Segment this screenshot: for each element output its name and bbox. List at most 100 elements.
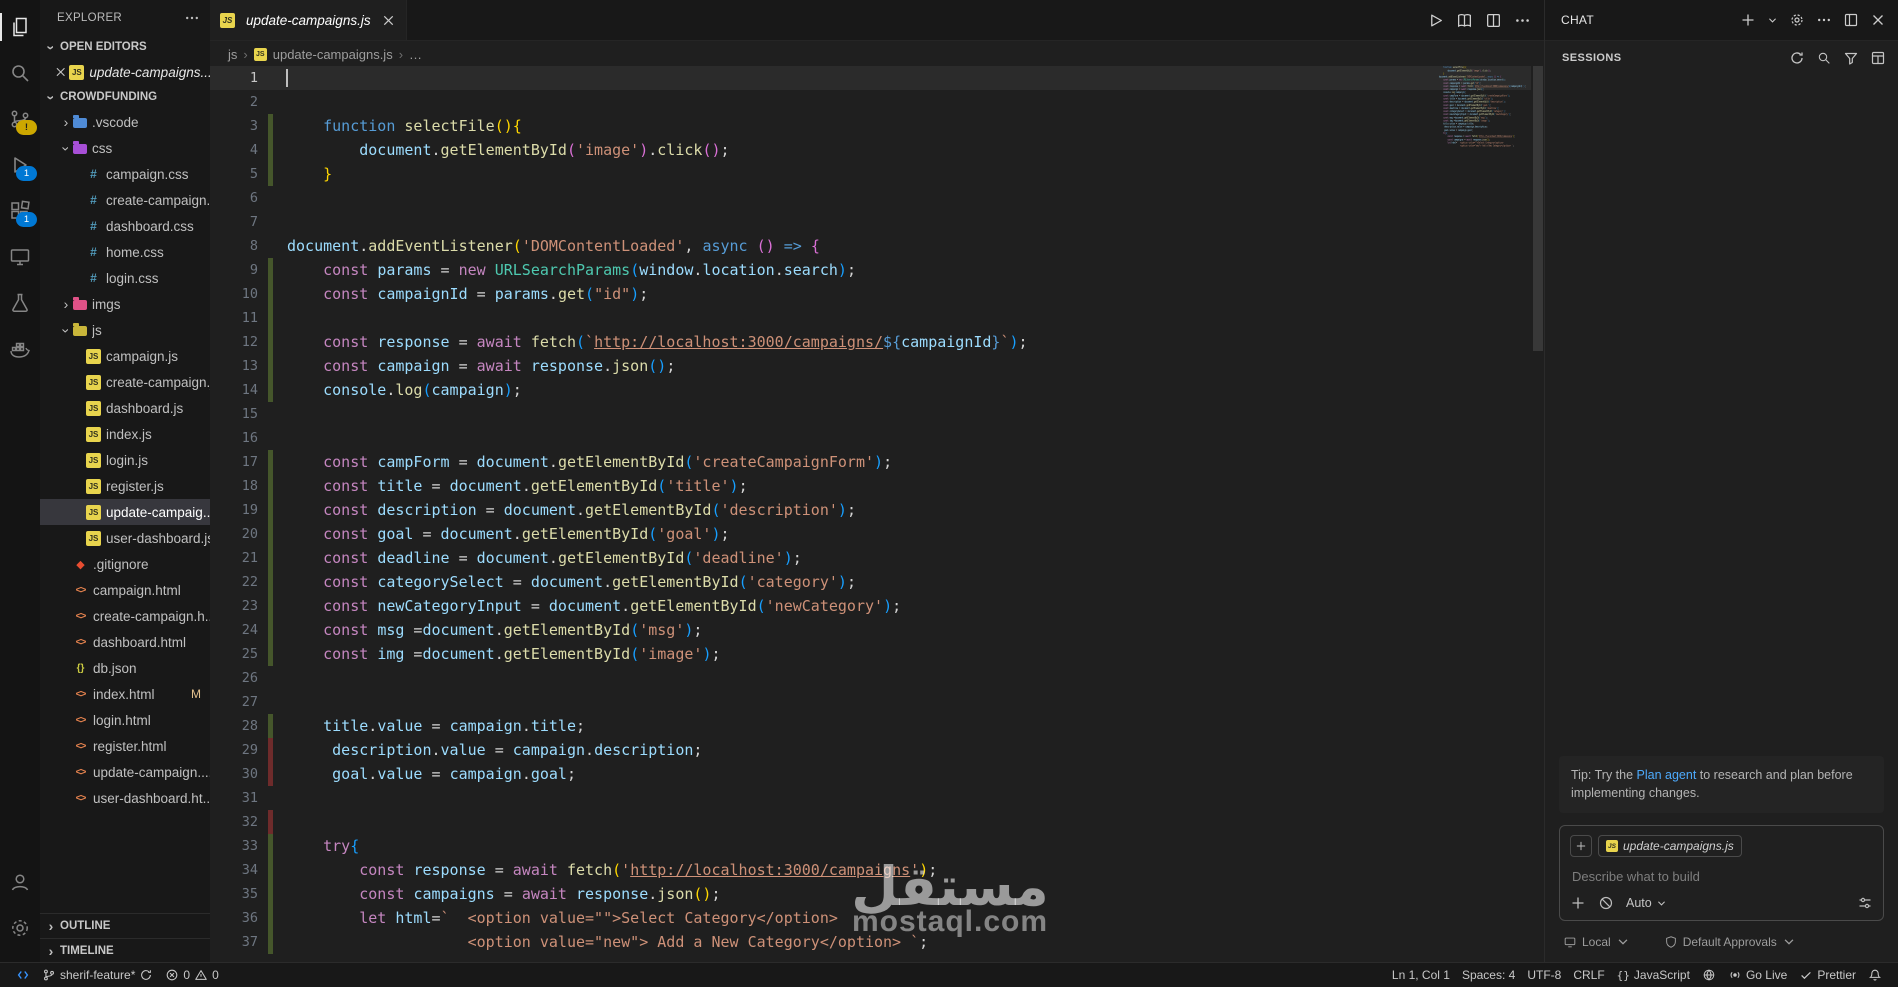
code-line-6[interactable]: 6	[210, 186, 1531, 210]
code-line-5[interactable]: 5 }	[210, 162, 1531, 186]
code-line-25[interactable]: 25 const img =document.getElementById('i…	[210, 642, 1531, 666]
context-chip[interactable]: JS update-campaigns.js	[1598, 835, 1742, 857]
code-line-2[interactable]: 2	[210, 90, 1531, 114]
tree-item-js[interactable]: › js	[40, 317, 210, 343]
breadcrumb-file[interactable]: update-campaigns.js	[273, 47, 393, 62]
environment-picker[interactable]: Local	[1563, 935, 1630, 949]
activity-docker-button[interactable]	[0, 326, 40, 372]
code-line-24[interactable]: 24 const msg =document.getElementById('m…	[210, 618, 1531, 642]
browser-preview[interactable]	[1696, 968, 1722, 982]
tree-item-update-campaig[interactable]: JS update-campaig...	[40, 499, 210, 525]
tree-item-register-js[interactable]: JS register.js	[40, 473, 210, 499]
open-editor-item[interactable]: JS update-campaigns....	[40, 59, 210, 85]
encoding-setting[interactable]: UTF-8	[1521, 968, 1567, 982]
breadcrumb-more[interactable]: …	[409, 47, 422, 62]
search-icon[interactable]	[1816, 50, 1832, 66]
tree-item-create-campaign-js[interactable]: JS create-campaign.js	[40, 369, 210, 395]
tree-item-campaign-html[interactable]: <> campaign.html	[40, 577, 210, 603]
ellipsis-icon[interactable]	[184, 10, 200, 26]
ellipsis-icon[interactable]	[1514, 12, 1531, 29]
code-line-13[interactable]: 13 const campaign = await response.json(…	[210, 354, 1531, 378]
play-icon[interactable]	[1427, 12, 1444, 29]
code-line-35[interactable]: 35 const campaigns = await response.json…	[210, 882, 1531, 906]
tree-item-vscode[interactable]: › .vscode	[40, 109, 210, 135]
activity-settings-button[interactable]	[0, 905, 40, 951]
code-line-11[interactable]: 11	[210, 306, 1531, 330]
close-icon[interactable]	[1870, 12, 1886, 28]
problems-status[interactable]: 0 0	[159, 963, 224, 987]
tree-item-user-dashboard-ht[interactable]: <> user-dashboard.ht...	[40, 785, 210, 811]
close-icon[interactable]	[54, 65, 67, 79]
remote-indicator[interactable]	[10, 963, 36, 987]
plus-icon[interactable]	[1740, 12, 1756, 28]
close-icon[interactable]	[381, 13, 396, 28]
tree-item-user-dashboard-js[interactable]: JS user-dashboard.js	[40, 525, 210, 551]
code-line-20[interactable]: 20 const goal = document.getElementById(…	[210, 522, 1531, 546]
go-live-button[interactable]: Go Live	[1722, 968, 1793, 982]
activity-testing-button[interactable]	[0, 280, 40, 326]
code-line-15[interactable]: 15	[210, 402, 1531, 426]
cursor-position[interactable]: Ln 1, Col 1	[1386, 968, 1456, 982]
refresh-icon[interactable]	[1789, 50, 1805, 66]
code-line-34[interactable]: 34 const response = await fetch('http://…	[210, 858, 1531, 882]
plus-icon[interactable]	[1570, 895, 1586, 911]
tree-item-campaign-css[interactable]: # campaign.css	[40, 161, 210, 187]
activity-account-button[interactable]	[0, 859, 40, 905]
tree-item-db-json[interactable]: {} db.json	[40, 655, 210, 681]
code-editor[interactable]: 123 function selectFile(){4 document.get…	[210, 66, 1531, 963]
code-line-8[interactable]: 8 document.addEventListener('DOMContentLo…	[210, 234, 1531, 258]
tree-item-update-campaign[interactable]: <> update-campaign....	[40, 759, 210, 785]
tree-item-login-css[interactable]: # login.css	[40, 265, 210, 291]
activity-source-control-button[interactable]: !	[0, 96, 40, 142]
notifications-button[interactable]	[1862, 968, 1888, 982]
code-line-19[interactable]: 19 const description = document.getEleme…	[210, 498, 1531, 522]
project-section[interactable]: › CROWDFUNDING	[40, 85, 210, 109]
tree-item-css[interactable]: › css	[40, 135, 210, 161]
code-line-26[interactable]: 26	[210, 666, 1531, 690]
code-line-22[interactable]: 22 const categorySelect = document.getEl…	[210, 570, 1531, 594]
sliders-icon[interactable]	[1857, 895, 1873, 911]
code-line-4[interactable]: 4 document.getElementById('image').click…	[210, 138, 1531, 162]
tools-icon[interactable]	[1598, 895, 1614, 911]
ellipsis-icon[interactable]	[1816, 12, 1832, 28]
code-line-18[interactable]: 18 const title = document.getElementById…	[210, 474, 1531, 498]
code-line-36[interactable]: 36 let html=` <option value="">Select Ca…	[210, 906, 1531, 930]
code-line-29[interactable]: 29 description.value = campaign.descript…	[210, 738, 1531, 762]
tree-item-index-js[interactable]: JS index.js	[40, 421, 210, 447]
tree-item-create-campaign-h[interactable]: <> create-campaign.h...	[40, 603, 210, 629]
code-line-14[interactable]: 14 console.log(campaign);	[210, 378, 1531, 402]
tree-item-register-html[interactable]: <> register.html	[40, 733, 210, 759]
activity-run-debug-button[interactable]: 1	[0, 142, 40, 188]
layout-icon[interactable]	[1870, 50, 1886, 66]
code-line-30[interactable]: 30 goal.value = campaign.goal;	[210, 762, 1531, 786]
tree-item-campaign-js[interactable]: JS campaign.js	[40, 343, 210, 369]
activity-explorer-button[interactable]	[0, 4, 40, 50]
outline-section[interactable]: › OUTLINE	[40, 913, 210, 938]
tree-item-gitignore[interactable]: ◆ .gitignore	[40, 551, 210, 577]
code-line-37[interactable]: 37 <option value="new"> Add a New Catego…	[210, 930, 1531, 954]
scrollbar-thumb[interactable]	[1533, 66, 1543, 351]
activity-remote-explorer-button[interactable]	[0, 234, 40, 280]
tab-update-campaigns-js[interactable]: JS update-campaigns.js	[210, 0, 407, 40]
code-line-10[interactable]: 10 const campaignId = params.get("id");	[210, 282, 1531, 306]
split-editor-icon[interactable]	[1485, 12, 1502, 29]
code-line-21[interactable]: 21 const deadline = document.getElementB…	[210, 546, 1531, 570]
open-editor-icon[interactable]	[1843, 12, 1859, 28]
add-context-button[interactable]	[1570, 835, 1592, 857]
code-line-33[interactable]: 33 try{	[210, 834, 1531, 858]
code-line-16[interactable]: 16	[210, 426, 1531, 450]
language-mode[interactable]: {} JavaScript	[1611, 968, 1696, 982]
breadcrumb-folder[interactable]: js	[228, 47, 237, 62]
tree-item-login-js[interactable]: JS login.js	[40, 447, 210, 473]
chevron-down-icon[interactable]	[1767, 15, 1778, 26]
chat-input[interactable]	[1570, 868, 1877, 885]
eol-setting[interactable]: CRLF	[1567, 968, 1610, 982]
indentation-setting[interactable]: Spaces: 4	[1456, 968, 1521, 982]
code-line-12[interactable]: 12 const response = await fetch(`http://…	[210, 330, 1531, 354]
minimap[interactable]: function selectFile(){ document.getEleme…	[1439, 66, 1531, 560]
code-line-32[interactable]: 32	[210, 810, 1531, 834]
code-line-31[interactable]: 31	[210, 786, 1531, 810]
tree-item-home-css[interactable]: # home.css	[40, 239, 210, 265]
timeline-section[interactable]: › TIMELINE	[40, 938, 210, 963]
tree-item-dashboard-css[interactable]: # dashboard.css	[40, 213, 210, 239]
